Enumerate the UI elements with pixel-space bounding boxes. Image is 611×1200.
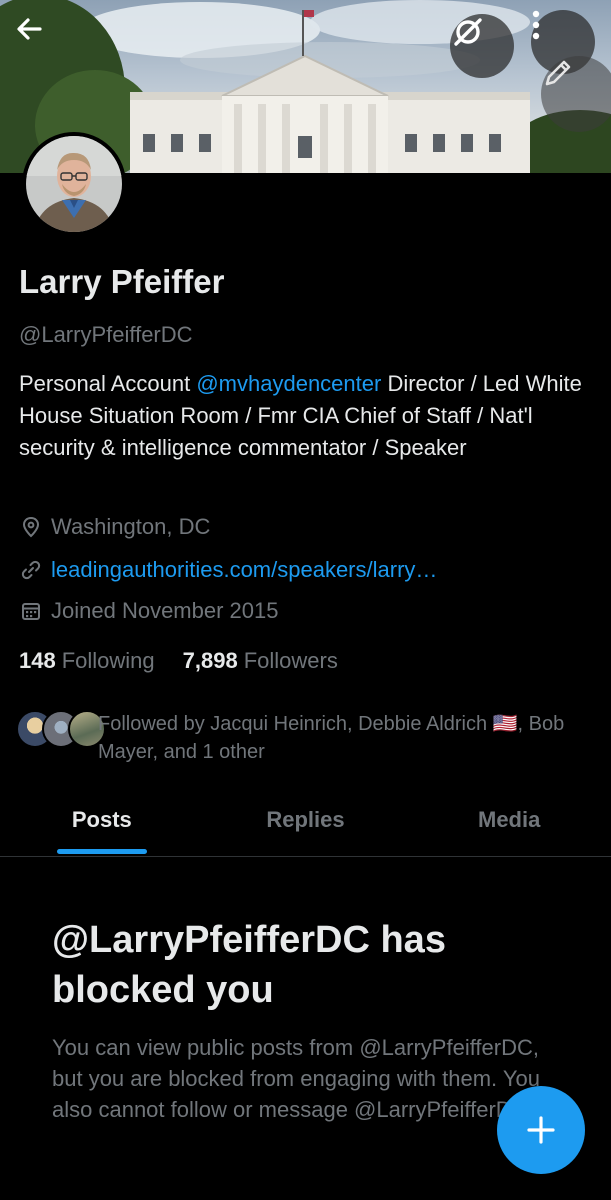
translate-disconnect-button[interactable] xyxy=(450,14,514,78)
blocked-message: You can view public posts from @LarryPfe… xyxy=(52,1035,540,1122)
profile-website[interactable]: leadingauthorities.com/speakers/larry… xyxy=(19,557,437,583)
arrow-left-icon xyxy=(17,18,42,40)
profile-location: Washington, DC xyxy=(19,514,210,540)
edit-button[interactable] xyxy=(541,56,611,132)
avatar-image xyxy=(26,136,122,232)
tab-posts[interactable]: Posts xyxy=(0,795,204,856)
pencil-icon xyxy=(545,60,571,86)
tab-media[interactable]: Media xyxy=(407,795,611,856)
calendar-icon xyxy=(19,599,43,623)
slashed-circle-icon xyxy=(454,18,482,46)
followers-stat[interactable]: 7,898 Followers xyxy=(183,648,338,674)
profile-tabs: Posts Replies Media xyxy=(0,795,611,857)
location-pin-icon xyxy=(19,515,43,539)
profile-avatar[interactable] xyxy=(22,132,126,236)
joined-text: Joined November 2015 xyxy=(51,598,279,623)
profile-joined: Joined November 2015 xyxy=(19,598,278,624)
following-stat[interactable]: 148 Following xyxy=(19,648,155,674)
tab-replies[interactable]: Replies xyxy=(204,795,408,856)
following-count: 148 xyxy=(19,648,56,673)
tab-label: Posts xyxy=(71,807,132,832)
back-button[interactable] xyxy=(13,13,77,77)
tab-label: Media xyxy=(478,807,541,832)
follow-stats: 148 Following 7,898 Followers xyxy=(19,648,338,674)
blocked-title: @LarryPfeifferDC has blocked you xyxy=(52,919,446,1011)
link-icon xyxy=(19,558,43,582)
tab-label: Replies xyxy=(266,807,345,832)
followers-count: 7,898 xyxy=(182,648,238,673)
vertical-dots-icon xyxy=(532,10,540,40)
profile-name: Larry Pfeiffer xyxy=(19,263,225,300)
bio-text-prefix: Personal Account xyxy=(19,371,197,396)
followed-by-text[interactable]: Followed by Jacqui Heinrich, Debbie Aldr… xyxy=(98,710,598,766)
plus-icon xyxy=(527,1116,555,1144)
profile-bio: Personal Account @mvhaydencenter Directo… xyxy=(19,368,594,464)
active-tab-indicator xyxy=(56,849,147,854)
profile-handle: @LarryPfeifferDC xyxy=(19,322,193,347)
compose-button[interactable] xyxy=(497,1086,585,1174)
followers-label: Followers xyxy=(243,648,338,673)
bio-mention-link[interactable]: @mvhaydencenter xyxy=(196,371,381,396)
followed-by-avatars[interactable] xyxy=(16,710,106,748)
following-label: Following xyxy=(61,648,155,673)
website-link[interactable]: leadingauthorities.com/speakers/larry… xyxy=(51,557,437,583)
location-text: Washington, DC xyxy=(51,514,211,539)
